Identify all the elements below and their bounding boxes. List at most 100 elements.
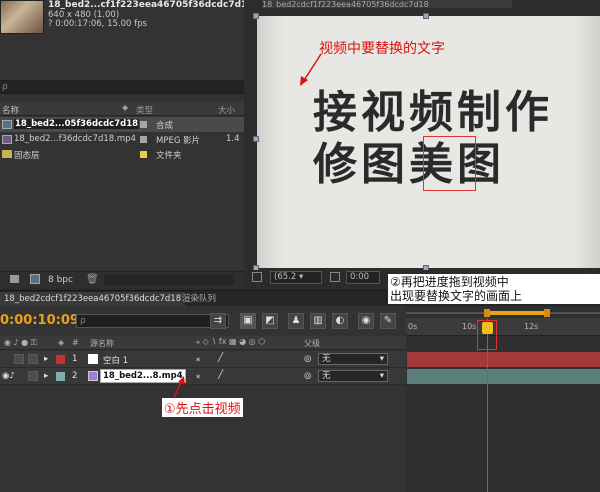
navigator-end-handle[interactable]: [544, 309, 550, 317]
timeline-search-input[interactable]: ρ: [76, 314, 229, 328]
project-item-name: 固态层: [14, 151, 40, 161]
column-type[interactable]: 类型: [136, 104, 153, 116]
parent-pickwhip-icon[interactable]: ◎: [304, 371, 311, 381]
quality-switch-icon[interactable]: ╱: [218, 370, 223, 380]
project-search-input[interactable]: ρ: [0, 80, 244, 94]
solid-icon: [88, 354, 98, 364]
navigator-range[interactable]: [486, 311, 548, 315]
ruler-label: 12s: [524, 322, 539, 331]
viewer-canvas[interactable]: 视频中要替换的文字 接视频制作 修图美图: [257, 16, 600, 268]
draft-3d-icon[interactable]: ◩: [262, 313, 278, 329]
viewer-time[interactable]: 0:00: [346, 271, 380, 284]
eye-icon[interactable]: ◉♪: [2, 371, 15, 381]
brainstorm-icon[interactable]: ✎: [380, 313, 396, 329]
project-item-type: MPEG 影片: [156, 136, 201, 146]
project-item-mp4[interactable]: 18_bed2...f36dcdc7d18.mp4 MPEG 影片 1.4: [0, 132, 244, 147]
grid-icon[interactable]: [330, 272, 340, 282]
project-item-name: 18_bed2...f36dcdc7d18.mp4: [14, 134, 136, 144]
layer-1-bar[interactable]: [407, 352, 600, 367]
time-navigator[interactable]: [406, 308, 600, 318]
timeline-layer-2[interactable]: ◉♪ ▸ 2 18_bed2...8.mp4 ⁎ ╱ ◎ 无 ▾: [0, 368, 406, 385]
annotation-replace-text: 视频中要替换的文字: [319, 41, 445, 57]
expand-arrow-icon[interactable]: ▸: [44, 354, 48, 364]
search-icon: ρ: [2, 82, 8, 92]
shy-switch-icon[interactable]: ⁎: [196, 371, 200, 381]
tab-composition[interactable]: 18_bed2cdcf1f223eea46705f36dcdc7d18: [0, 292, 186, 307]
label-swatch: [140, 151, 147, 158]
label-column-icon: ◈: [58, 338, 65, 347]
transform-handle[interactable]: [423, 13, 429, 19]
column-number: #: [72, 338, 79, 347]
layer-2-bar[interactable]: [407, 369, 600, 384]
navigator-start-handle[interactable]: [484, 309, 490, 317]
av-switches-icon: ◉ ♪ ● ⚿: [4, 338, 37, 347]
label-swatch: [140, 121, 147, 128]
column-source-name[interactable]: 源名称: [90, 338, 114, 349]
quality-switch-icon[interactable]: ╱: [218, 353, 223, 363]
annotation-step-2: ②再把进度拖到视频中 出现要替换文字的画面上: [388, 274, 600, 304]
tab-render-queue[interactable]: 渲染队列: [178, 292, 220, 307]
annotation-step-2-line-2: 出现要替换文字的画面上: [390, 289, 523, 303]
ruler-label: 0s: [408, 322, 418, 331]
footage-thumbnail: [0, 0, 44, 34]
label-color[interactable]: [56, 355, 65, 364]
film-icon: [2, 135, 12, 144]
layer-index: 1: [72, 354, 78, 364]
playhead-highlight-box: [477, 320, 497, 350]
folder-icon: [2, 150, 12, 158]
project-item-folder[interactable]: 固态层 文件夹: [0, 147, 244, 162]
region-icon[interactable]: [252, 272, 262, 282]
label-swatch: [140, 136, 147, 143]
graph-editor-icon[interactable]: ◉: [358, 313, 374, 329]
column-name[interactable]: 名称: [2, 104, 19, 116]
new-folder-icon[interactable]: [10, 275, 19, 283]
project-scrollbar[interactable]: [104, 274, 234, 285]
video-toggle[interactable]: [14, 354, 24, 364]
column-parent[interactable]: 父级: [304, 338, 320, 349]
search-icon: ρ: [80, 316, 86, 326]
project-panel: 18_bed2...cf1f223eea46705f36dcdc7d18 640…: [0, 0, 254, 288]
frame-blending-icon[interactable]: ▥: [310, 313, 326, 329]
annotation-arrow-icon: [173, 376, 185, 399]
annotation-step-1: ①先点击视频: [162, 398, 243, 417]
zoom-dropdown[interactable]: (65.2 ▾: [270, 271, 322, 284]
column-size[interactable]: 大小: [218, 104, 235, 116]
expand-arrow-icon[interactable]: ▸: [44, 371, 48, 381]
annotation-step-2-line-1: ②再把进度拖到视频中: [390, 275, 509, 289]
viewer-tab[interactable]: 18_bed2cdcf1f223eea46705f36dcdc7d18: [262, 0, 512, 8]
project-item-comp[interactable]: 18_bed2...05f36dcdc7d18 合成: [0, 117, 244, 132]
parent-pickwhip-icon[interactable]: ◎: [304, 354, 311, 364]
footage-duration: ? 0:00:17:06, 15.00 fps: [48, 19, 147, 29]
live-update-icon[interactable]: ▣: [240, 313, 256, 329]
project-item-name: 18_bed2...05f36dcdc7d18: [14, 119, 140, 129]
project-item-size: 1.4: [226, 134, 240, 144]
label-color[interactable]: [56, 372, 65, 381]
calligraphy-line-2: 修图美图: [313, 139, 505, 190]
timeline-layer-1[interactable]: ▸ 1 空白 1 ⁎ ╱ ◎ 无 ▾: [0, 351, 406, 368]
solo-toggle[interactable]: [28, 354, 38, 364]
shy-switch-icon[interactable]: ⁎: [196, 354, 200, 364]
mask-rectangle[interactable]: [423, 136, 476, 191]
bit-depth-button[interactable]: 8 bpc: [48, 275, 73, 285]
motion-blur-icon[interactable]: ◐: [332, 313, 348, 329]
new-comp-icon[interactable]: [30, 274, 40, 284]
footage-name: 18_bed2...cf1f223eea46705f36dcdc7d18: [48, 0, 254, 10]
comp-mini-flowchart-icon[interactable]: ⇉: [210, 313, 226, 329]
project-bottom-bar: 8 bpc 🗑: [0, 271, 244, 288]
film-icon: [88, 371, 98, 381]
project-item-type: 合成: [156, 121, 174, 131]
hide-shy-icon[interactable]: ♟: [288, 313, 304, 329]
time-ruler[interactable]: 0s 10s 12s: [406, 318, 600, 336]
switches-header-icon: ⁎ ◇ ∖ fx ▦ ◕ ◎ ⬡: [196, 337, 266, 346]
solo-toggle[interactable]: [28, 371, 38, 381]
project-item-type: 文件夹: [156, 151, 182, 161]
project-column-header: 名称 ◈ 类型 大小: [0, 102, 244, 116]
layer-name[interactable]: 空白 1: [103, 354, 128, 366]
parent-dropdown[interactable]: 无 ▾: [318, 370, 388, 382]
transform-handle[interactable]: [253, 136, 259, 142]
tag-icon[interactable]: ◈: [122, 103, 128, 112]
transform-handle[interactable]: [253, 13, 259, 19]
trash-icon[interactable]: 🗑: [86, 274, 99, 285]
parent-dropdown[interactable]: 无 ▾: [318, 353, 388, 365]
current-timecode[interactable]: 0:00:10:09: [0, 313, 79, 328]
